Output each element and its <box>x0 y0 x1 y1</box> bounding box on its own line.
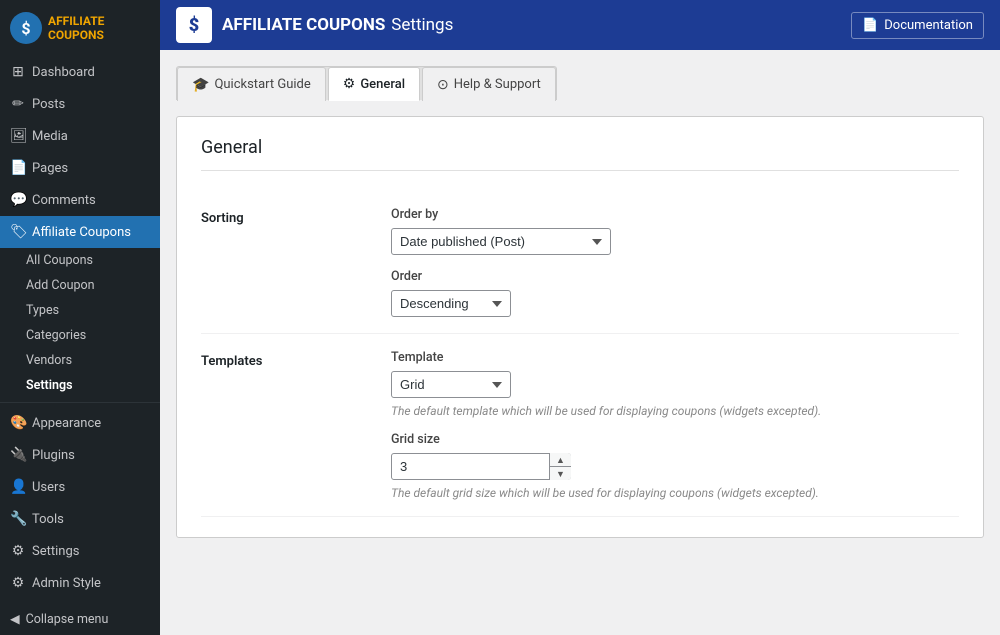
sidebar-label: Tools <box>32 512 64 527</box>
spinners: ▲ ▼ <box>549 453 571 480</box>
sidebar-item-tools[interactable]: 🔧 Tools <box>0 503 160 535</box>
collapse-label: Collapse menu <box>26 612 109 627</box>
logo-text: AFFILIATE COUPONS <box>48 14 104 43</box>
sorting-fields: Order by Date published (Post) Title Dat… <box>391 207 959 317</box>
collapse-icon: ◀ <box>10 611 20 627</box>
sidebar-label: Admin Style <box>32 576 101 591</box>
panel-title: General <box>201 137 959 171</box>
tab-quickstart[interactable]: 🎓 Quickstart Guide <box>177 67 326 101</box>
topbar-subtitle: Settings <box>391 15 453 35</box>
comments-icon: 💬 <box>10 192 26 208</box>
topbar: $ AFFILIATE COUPONS Settings 📄 Documenta… <box>160 0 1000 50</box>
grid-size-label: Grid size <box>391 432 959 447</box>
general-icon: ⚙ <box>343 76 356 92</box>
affiliate-coupons-submenu: All Coupons Add Coupon Types Categories … <box>0 248 160 398</box>
submenu-types[interactable]: Types <box>0 298 160 323</box>
topbar-plugin-symbol: $ <box>189 15 199 36</box>
tab-quickstart-label: Quickstart Guide <box>214 77 310 92</box>
sidebar-label: Dashboard <box>32 65 95 80</box>
sidebar-label: Comments <box>32 193 96 208</box>
help-icon: ⊙ <box>437 77 449 93</box>
sidebar-label: Posts <box>32 97 65 112</box>
tab-help-support[interactable]: ⊙ Help & Support <box>422 67 556 101</box>
sidebar-item-dashboard[interactable]: ⊞ Dashboard <box>0 56 160 88</box>
sidebar-item-posts[interactable]: ✏ Posts <box>0 88 160 120</box>
order-by-select[interactable]: Date published (Post) Title Date modifie… <box>391 228 611 255</box>
sorting-section: Sorting Order by Date published (Post) T… <box>201 191 959 334</box>
sorting-label: Sorting <box>201 207 361 317</box>
sidebar-item-pages[interactable]: 📄 Pages <box>0 152 160 184</box>
plugin-logo-icon: $ <box>10 12 42 44</box>
appearance-icon: 🎨 <box>10 415 26 431</box>
template-select[interactable]: Grid List Compact <box>391 371 511 398</box>
sidebar-label: Pages <box>32 161 68 176</box>
media-icon: 🖼 <box>10 128 26 144</box>
template-label: Template <box>391 350 959 365</box>
submenu-all-coupons[interactable]: All Coupons <box>0 248 160 273</box>
submenu-categories[interactable]: Categories <box>0 323 160 348</box>
spinner-down[interactable]: ▼ <box>550 467 571 480</box>
sidebar-item-settings[interactable]: ⚙ Settings <box>0 535 160 567</box>
sidebar-item-affiliate-coupons[interactable]: 🏷 Affiliate Coupons <box>0 216 160 248</box>
grid-size-wrapper: ▲ ▼ <box>391 453 571 480</box>
topbar-title: AFFILIATE COUPONS <box>222 15 385 35</box>
templates-label: Templates <box>201 350 361 500</box>
sidebar-item-media[interactable]: 🖼 Media <box>0 120 160 152</box>
main-area: $ AFFILIATE COUPONS Settings 📄 Documenta… <box>160 0 1000 635</box>
sidebar-label: Plugins <box>32 448 75 463</box>
grid-size-field: Grid size ▲ ▼ The default grid size whic… <box>391 432 959 500</box>
submenu-vendors[interactable]: Vendors <box>0 348 160 373</box>
tab-general[interactable]: ⚙ General <box>328 67 420 101</box>
settings-panel: General Sorting Order by Date published … <box>176 116 984 538</box>
nav-divider <box>0 402 160 403</box>
template-field: Template Grid List Compact The default t… <box>391 350 959 418</box>
sidebar-item-comments[interactable]: 💬 Comments <box>0 184 160 216</box>
documentation-button[interactable]: 📄 Documentation <box>851 12 984 39</box>
tools-icon: 🔧 <box>10 511 26 527</box>
sidebar-item-users[interactable]: 👤 Users <box>0 471 160 503</box>
tab-bar: 🎓 Quickstart Guide ⚙ General ⊙ Help & Su… <box>176 66 557 100</box>
admin-style-icon: ⚙ <box>10 575 26 591</box>
order-field: Order Descending Ascending <box>391 269 959 317</box>
sidebar-item-appearance[interactable]: 🎨 Appearance <box>0 407 160 439</box>
doc-icon: 📄 <box>862 18 878 33</box>
dashboard-icon: ⊞ <box>10 64 26 80</box>
affiliate-coupons-icon: 🏷 <box>10 224 26 240</box>
sidebar-label: Users <box>32 480 65 495</box>
pages-icon: 📄 <box>10 160 26 176</box>
collapse-menu-button[interactable]: ◀ Collapse menu <box>0 603 160 635</box>
logo-symbol: $ <box>21 19 30 38</box>
posts-icon: ✏ <box>10 96 26 112</box>
plugins-icon: 🔌 <box>10 447 26 463</box>
settings-icon: ⚙ <box>10 543 26 559</box>
quickstart-icon: 🎓 <box>192 77 209 93</box>
sidebar-item-admin-style[interactable]: ⚙ Admin Style <box>0 567 160 599</box>
submenu-settings[interactable]: Settings <box>0 373 160 398</box>
sidebar-label: Settings <box>32 544 79 559</box>
grid-size-input[interactable] <box>391 453 571 480</box>
topbar-plugin-icon: $ <box>176 7 212 43</box>
sidebar-label: Appearance <box>32 416 101 431</box>
templates-section: Templates Template Grid List Compact The… <box>201 334 959 517</box>
users-icon: 👤 <box>10 479 26 495</box>
order-by-field: Order by Date published (Post) Title Dat… <box>391 207 959 255</box>
grid-size-description: The default grid size which will be used… <box>391 486 959 500</box>
tab-help-label: Help & Support <box>454 77 541 92</box>
tab-general-label: General <box>360 77 405 92</box>
content-area: 🎓 Quickstart Guide ⚙ General ⊙ Help & Su… <box>160 50 1000 635</box>
order-by-label: Order by <box>391 207 959 222</box>
templates-fields: Template Grid List Compact The default t… <box>391 350 959 500</box>
order-label: Order <box>391 269 959 284</box>
doc-label: Documentation <box>884 18 973 33</box>
spinner-up[interactable]: ▲ <box>550 453 571 467</box>
template-description: The default template which will be used … <box>391 404 959 418</box>
order-select[interactable]: Descending Ascending <box>391 290 511 317</box>
sidebar: $ AFFILIATE COUPONS ⊞ Dashboard ✏ Posts … <box>0 0 160 635</box>
sidebar-label: Affiliate Coupons <box>32 225 131 240</box>
sidebar-item-plugins[interactable]: 🔌 Plugins <box>0 439 160 471</box>
sidebar-label: Media <box>32 129 68 144</box>
submenu-add-coupon[interactable]: Add Coupon <box>0 273 160 298</box>
sidebar-logo: $ AFFILIATE COUPONS <box>0 0 160 56</box>
